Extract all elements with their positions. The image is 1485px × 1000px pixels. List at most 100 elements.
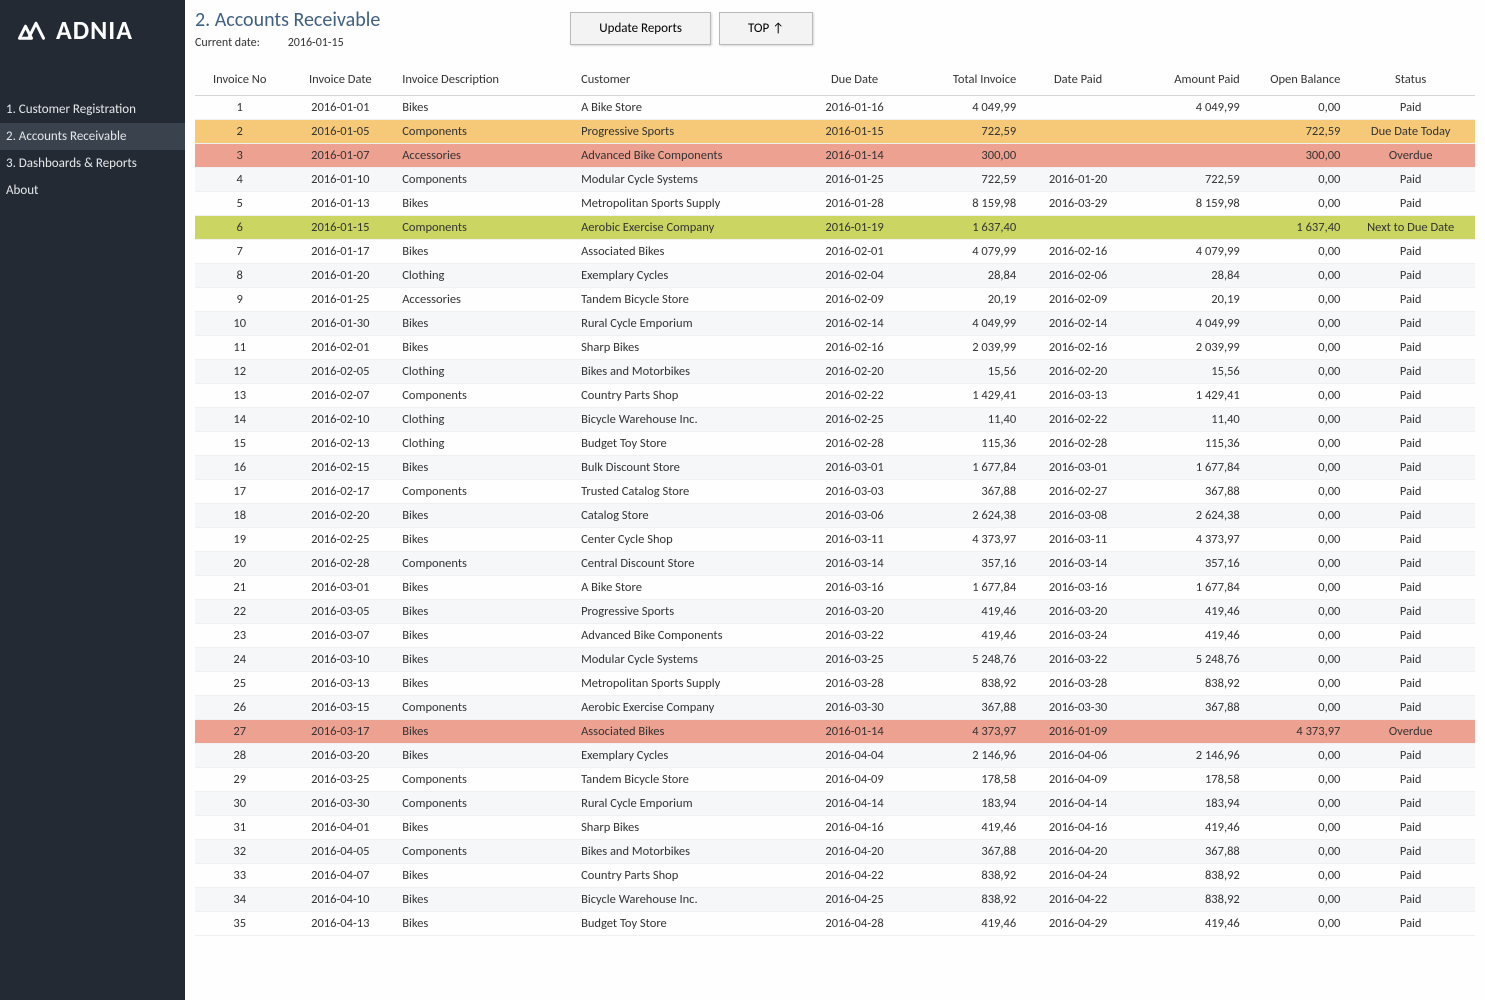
cell-desc: Components <box>396 840 575 864</box>
cell-open: 0,00 <box>1246 336 1347 360</box>
table-row[interactable]: 52016-01-13BikesMetropolitan Sports Supp… <box>195 192 1475 216</box>
cell-status: Paid <box>1346 384 1475 408</box>
column-header[interactable]: Invoice Date <box>284 68 396 96</box>
column-header[interactable]: Customer <box>575 68 799 96</box>
cell-cust: Rural Cycle Emporium <box>575 312 799 336</box>
table-row[interactable]: 22016-01-05ComponentsProgressive Sports2… <box>195 120 1475 144</box>
table-row[interactable]: 212016-03-01BikesA Bike Store2016-03-161… <box>195 576 1475 600</box>
nav-item-3[interactable]: About <box>0 177 185 204</box>
cell-no: 11 <box>195 336 284 360</box>
table-body: 12016-01-01BikesA Bike Store2016-01-164 … <box>195 96 1475 936</box>
table-wrapper[interactable]: Invoice NoInvoice DateInvoice Descriptio… <box>185 68 1485 1000</box>
table-row[interactable]: 312016-04-01BikesSharp Bikes2016-04-1641… <box>195 816 1475 840</box>
column-header[interactable]: Total Invoice <box>910 68 1022 96</box>
column-header[interactable]: Due Date <box>799 68 911 96</box>
cell-cust: Budget Toy Store <box>575 912 799 936</box>
cell-total: 419,46 <box>910 600 1022 624</box>
table-row[interactable]: 92016-01-25AccessoriesTandem Bicycle Sto… <box>195 288 1475 312</box>
cell-due: 2016-04-28 <box>799 912 911 936</box>
cell-open: 0,00 <box>1246 648 1347 672</box>
table-row[interactable]: 352016-04-13BikesBudget Toy Store2016-04… <box>195 912 1475 936</box>
table-row[interactable]: 282016-03-20BikesExemplary Cycles2016-04… <box>195 744 1475 768</box>
table-row[interactable]: 222016-03-05BikesProgressive Sports2016-… <box>195 600 1475 624</box>
table-row[interactable]: 42016-01-10ComponentsModular Cycle Syste… <box>195 168 1475 192</box>
cell-desc: Components <box>396 696 575 720</box>
table-row[interactable]: 12016-01-01BikesA Bike Store2016-01-164 … <box>195 96 1475 120</box>
column-header[interactable]: Amount Paid <box>1134 68 1246 96</box>
main-content: 2. Accounts Receivable Current date: 201… <box>185 0 1485 1000</box>
table-row[interactable]: 322016-04-05ComponentsBikes and Motorbik… <box>195 840 1475 864</box>
column-header[interactable]: Status <box>1346 68 1475 96</box>
cell-open: 4 373,97 <box>1246 720 1347 744</box>
table-row[interactable]: 112016-02-01BikesSharp Bikes2016-02-162 … <box>195 336 1475 360</box>
table-row[interactable]: 152016-02-13ClothingBudget Toy Store2016… <box>195 432 1475 456</box>
table-row[interactable]: 182016-02-20BikesCatalog Store2016-03-06… <box>195 504 1475 528</box>
table-row[interactable]: 302016-03-30ComponentsRural Cycle Empori… <box>195 792 1475 816</box>
table-row[interactable]: 202016-02-28ComponentsCentral Discount S… <box>195 552 1475 576</box>
table-row[interactable]: 332016-04-07BikesCountry Parts Shop2016-… <box>195 864 1475 888</box>
table-row[interactable]: 132016-02-07ComponentsCountry Parts Shop… <box>195 384 1475 408</box>
cell-due: 2016-04-09 <box>799 768 911 792</box>
table-row[interactable]: 142016-02-10ClothingBicycle Warehouse In… <box>195 408 1475 432</box>
cell-amtpaid: 1 677,84 <box>1134 456 1246 480</box>
top-button[interactable]: TOP ↑ <box>719 12 813 45</box>
cell-paiddate <box>1022 144 1134 168</box>
cell-open: 0,00 <box>1246 816 1347 840</box>
cell-desc: Accessories <box>396 288 575 312</box>
current-date-row: Current date: 2016-01-15 <box>195 36 380 50</box>
table-row[interactable]: 72016-01-17BikesAssociated Bikes2016-02-… <box>195 240 1475 264</box>
cell-due: 2016-02-14 <box>799 312 911 336</box>
cell-amtpaid: 2 039,99 <box>1134 336 1246 360</box>
cell-cust: Associated Bikes <box>575 240 799 264</box>
cell-idate: 2016-02-17 <box>284 480 396 504</box>
cell-no: 20 <box>195 552 284 576</box>
cell-due: 2016-02-16 <box>799 336 911 360</box>
table-row[interactable]: 252016-03-13BikesMetropolitan Sports Sup… <box>195 672 1475 696</box>
table-row[interactable]: 162016-02-15BikesBulk Discount Store2016… <box>195 456 1475 480</box>
logo-text: ADNIA <box>56 14 133 46</box>
column-header[interactable]: Invoice No <box>195 68 284 96</box>
cell-no: 4 <box>195 168 284 192</box>
column-header[interactable]: Invoice Description <box>396 68 575 96</box>
cell-status: Paid <box>1346 672 1475 696</box>
table-row[interactable]: 32016-01-07AccessoriesAdvanced Bike Comp… <box>195 144 1475 168</box>
cell-no: 21 <box>195 576 284 600</box>
cell-open: 300,00 <box>1246 144 1347 168</box>
cell-paiddate <box>1022 96 1134 120</box>
table-row[interactable]: 192016-02-25BikesCenter Cycle Shop2016-0… <box>195 528 1475 552</box>
cell-total: 2 146,96 <box>910 744 1022 768</box>
table-row[interactable]: 82016-01-20ClothingExemplary Cycles2016-… <box>195 264 1475 288</box>
table-row[interactable]: 62016-01-15ComponentsAerobic Exercise Co… <box>195 216 1475 240</box>
cell-total: 183,94 <box>910 792 1022 816</box>
table-row[interactable]: 172016-02-17ComponentsTrusted Catalog St… <box>195 480 1475 504</box>
cell-cust: Progressive Sports <box>575 120 799 144</box>
cell-open: 0,00 <box>1246 432 1347 456</box>
column-header[interactable]: Date Paid <box>1022 68 1134 96</box>
cell-desc: Bikes <box>396 600 575 624</box>
table-row[interactable]: 102016-01-30BikesRural Cycle Emporium201… <box>195 312 1475 336</box>
table-row[interactable]: 272016-03-17BikesAssociated Bikes2016-01… <box>195 720 1475 744</box>
nav-item-0[interactable]: 1. Customer Registration <box>0 96 185 123</box>
table-row[interactable]: 242016-03-10BikesModular Cycle Systems20… <box>195 648 1475 672</box>
table-row[interactable]: 262016-03-15ComponentsAerobic Exercise C… <box>195 696 1475 720</box>
cell-no: 15 <box>195 432 284 456</box>
table-row[interactable]: 342016-04-10BikesBicycle Warehouse Inc.2… <box>195 888 1475 912</box>
cell-total: 357,16 <box>910 552 1022 576</box>
nav-item-1[interactable]: 2. Accounts Receivable <box>0 123 185 150</box>
table-row[interactable]: 292016-03-25ComponentsTandem Bicycle Sto… <box>195 768 1475 792</box>
cell-desc: Bikes <box>396 528 575 552</box>
cell-amtpaid: 20,19 <box>1134 288 1246 312</box>
cell-open: 0,00 <box>1246 264 1347 288</box>
cell-status: Paid <box>1346 840 1475 864</box>
column-header[interactable]: Open Balance <box>1246 68 1347 96</box>
logo: ADNIA <box>0 0 185 56</box>
cell-paiddate <box>1022 216 1134 240</box>
table-row[interactable]: 122016-02-05ClothingBikes and Motorbikes… <box>195 360 1475 384</box>
table-row[interactable]: 232016-03-07BikesAdvanced Bike Component… <box>195 624 1475 648</box>
nav-item-2[interactable]: 3. Dashboards & Reports <box>0 150 185 177</box>
update-reports-button[interactable]: Update Reports <box>570 12 711 45</box>
cell-open: 0,00 <box>1246 768 1347 792</box>
cell-total: 5 248,76 <box>910 648 1022 672</box>
cell-status: Paid <box>1346 792 1475 816</box>
cell-amtpaid: 419,46 <box>1134 624 1246 648</box>
